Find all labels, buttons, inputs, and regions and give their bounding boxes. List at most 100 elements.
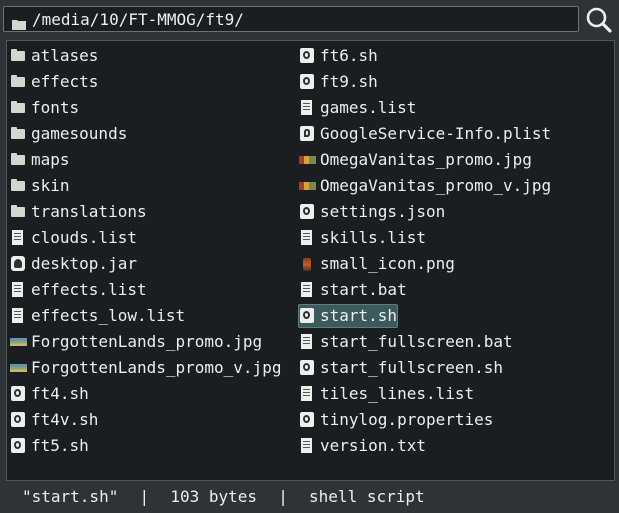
file-item[interactable]: start_fullscreen.sh — [299, 355, 553, 381]
script-file-icon — [299, 360, 316, 376]
folder-icon — [12, 15, 26, 34]
folder-item[interactable]: atlases — [10, 43, 283, 69]
folder-icon — [10, 204, 27, 220]
text-file-icon — [299, 438, 316, 454]
text-file-icon — [10, 230, 27, 246]
file-item[interactable]: ForgottenLands_promo.jpg — [10, 329, 283, 355]
file-name: OmegaVanitas_promo_v.jpg — [320, 176, 552, 195]
file-name: atlases — [31, 46, 99, 65]
file-name: GoogleService-Info.plist — [320, 124, 552, 143]
folder-item[interactable]: fonts — [10, 95, 283, 121]
file-item[interactable]: ForgottenLands_promo_v.jpg — [10, 355, 283, 381]
search-button[interactable] — [584, 5, 614, 35]
file-name: effects.list — [31, 280, 147, 299]
file-chooser-window: /media/10/FT-MMOG/ft9/ atlases effects fon… — [0, 0, 619, 513]
file-item[interactable]: games.list — [299, 95, 553, 121]
folder-icon — [10, 126, 27, 142]
file-item[interactable]: GoogleService-Info.plist — [299, 121, 553, 147]
folder-icon — [10, 152, 27, 168]
image-file-icon — [299, 152, 316, 168]
file-name: start_fullscreen.bat — [320, 332, 513, 351]
file-name: ft4v.sh — [31, 410, 99, 429]
file-name: gamesounds — [31, 124, 128, 143]
folder-item[interactable]: skin — [10, 173, 283, 199]
file-name: ft6.sh — [320, 46, 378, 65]
file-item[interactable]: ft4v.sh — [10, 407, 283, 433]
plist-file-icon — [299, 126, 316, 142]
script-file-icon — [10, 412, 27, 428]
script-file-icon — [10, 386, 27, 402]
image-file-icon — [10, 360, 27, 376]
file-item[interactable]: OmegaVanitas_promo.jpg — [299, 147, 553, 173]
file-name: settings.json — [320, 202, 446, 221]
file-column-left: atlases effects fonts gamesounds maps skin tra… — [10, 43, 283, 459]
folder-item[interactable]: translations — [10, 199, 283, 225]
file-name: start.sh — [320, 306, 398, 325]
path-bar[interactable]: /media/10/FT-MMOG/ft9/ — [3, 6, 579, 32]
file-name: ft9.sh — [320, 72, 378, 91]
script-file-icon — [299, 308, 316, 324]
folder-icon — [10, 178, 27, 194]
path-text[interactable]: /media/10/FT-MMOG/ft9/ — [32, 10, 244, 30]
file-name: ForgottenLands_promo.jpg — [31, 332, 263, 351]
text-file-icon — [299, 334, 316, 350]
script-file-icon — [299, 412, 316, 428]
file-item[interactable]: settings.json — [299, 199, 553, 225]
text-file-icon — [299, 100, 316, 116]
text-file-icon — [299, 386, 316, 402]
file-name: ForgottenLands_promo_v.jpg — [31, 358, 282, 377]
file-name: games.list — [320, 98, 417, 117]
file-name: OmegaVanitas_promo.jpg — [320, 150, 532, 169]
text-file-icon — [10, 282, 27, 298]
image-file-icon — [10, 334, 27, 350]
file-name: version.txt — [320, 436, 426, 455]
file-name: skin — [31, 176, 70, 195]
file-column-right: ft6.sh ft9.sh games.list GoogleService-Info… — [298, 43, 553, 459]
script-file-icon — [299, 48, 316, 64]
file-item[interactable]: effects.list — [10, 277, 283, 303]
status-filename: "start.sh" — [22, 487, 119, 506]
file-name: effects_low.list — [31, 306, 186, 325]
folder-icon — [10, 74, 27, 90]
image-file-icon — [299, 256, 316, 272]
file-item[interactable]: skills.list — [299, 225, 553, 251]
file-item[interactable]: tinylog.properties — [299, 407, 553, 433]
file-item[interactable]: ft6.sh — [299, 43, 553, 69]
status-text: "start.sh" | 103 bytes | shell script — [22, 487, 425, 507]
file-name: ft4.sh — [31, 384, 89, 403]
folder-icon — [10, 100, 27, 116]
text-file-icon — [299, 230, 316, 246]
file-name: small_icon.png — [320, 254, 455, 273]
file-name: start.bat — [320, 280, 407, 299]
file-name: effects — [31, 72, 99, 91]
file-item[interactable]: version.txt — [299, 433, 553, 459]
file-item[interactable]: ft4.sh — [10, 381, 283, 407]
file-item[interactable]: ft5.sh — [10, 433, 283, 459]
file-name: clouds.list — [31, 228, 137, 247]
text-file-icon — [10, 308, 27, 324]
folder-item[interactable]: effects — [10, 69, 283, 95]
folder-item[interactable]: maps — [10, 147, 283, 173]
file-item[interactable]: start.sh — [298, 303, 553, 329]
file-item[interactable]: small_icon.png — [299, 251, 553, 277]
file-name: tiles_lines.list — [320, 384, 475, 403]
file-name: ft5.sh — [31, 436, 89, 455]
folder-icon — [10, 48, 27, 64]
file-item[interactable]: effects_low.list — [10, 303, 283, 329]
status-bar: "start.sh" | 103 bytes | shell script — [0, 483, 619, 513]
status-size: 103 bytes — [170, 487, 258, 506]
file-item[interactable]: tiles_lines.list — [299, 381, 553, 407]
file-item[interactable]: OmegaVanitas_promo_v.jpg — [299, 173, 553, 199]
file-name: desktop.jar — [31, 254, 137, 273]
status-separator: | — [139, 487, 150, 506]
file-item[interactable]: start.bat — [299, 277, 553, 303]
text-file-icon — [299, 282, 316, 298]
file-item[interactable]: clouds.list — [10, 225, 283, 251]
folder-item[interactable]: gamesounds — [10, 121, 283, 147]
status-type: shell script — [309, 487, 425, 506]
jar-file-icon — [10, 256, 27, 272]
file-item[interactable]: desktop.jar — [10, 251, 283, 277]
file-item[interactable]: start_fullscreen.bat — [299, 329, 553, 355]
file-list[interactable]: atlases effects fonts gamesounds maps skin tra… — [6, 40, 615, 481]
file-item[interactable]: ft9.sh — [299, 69, 553, 95]
